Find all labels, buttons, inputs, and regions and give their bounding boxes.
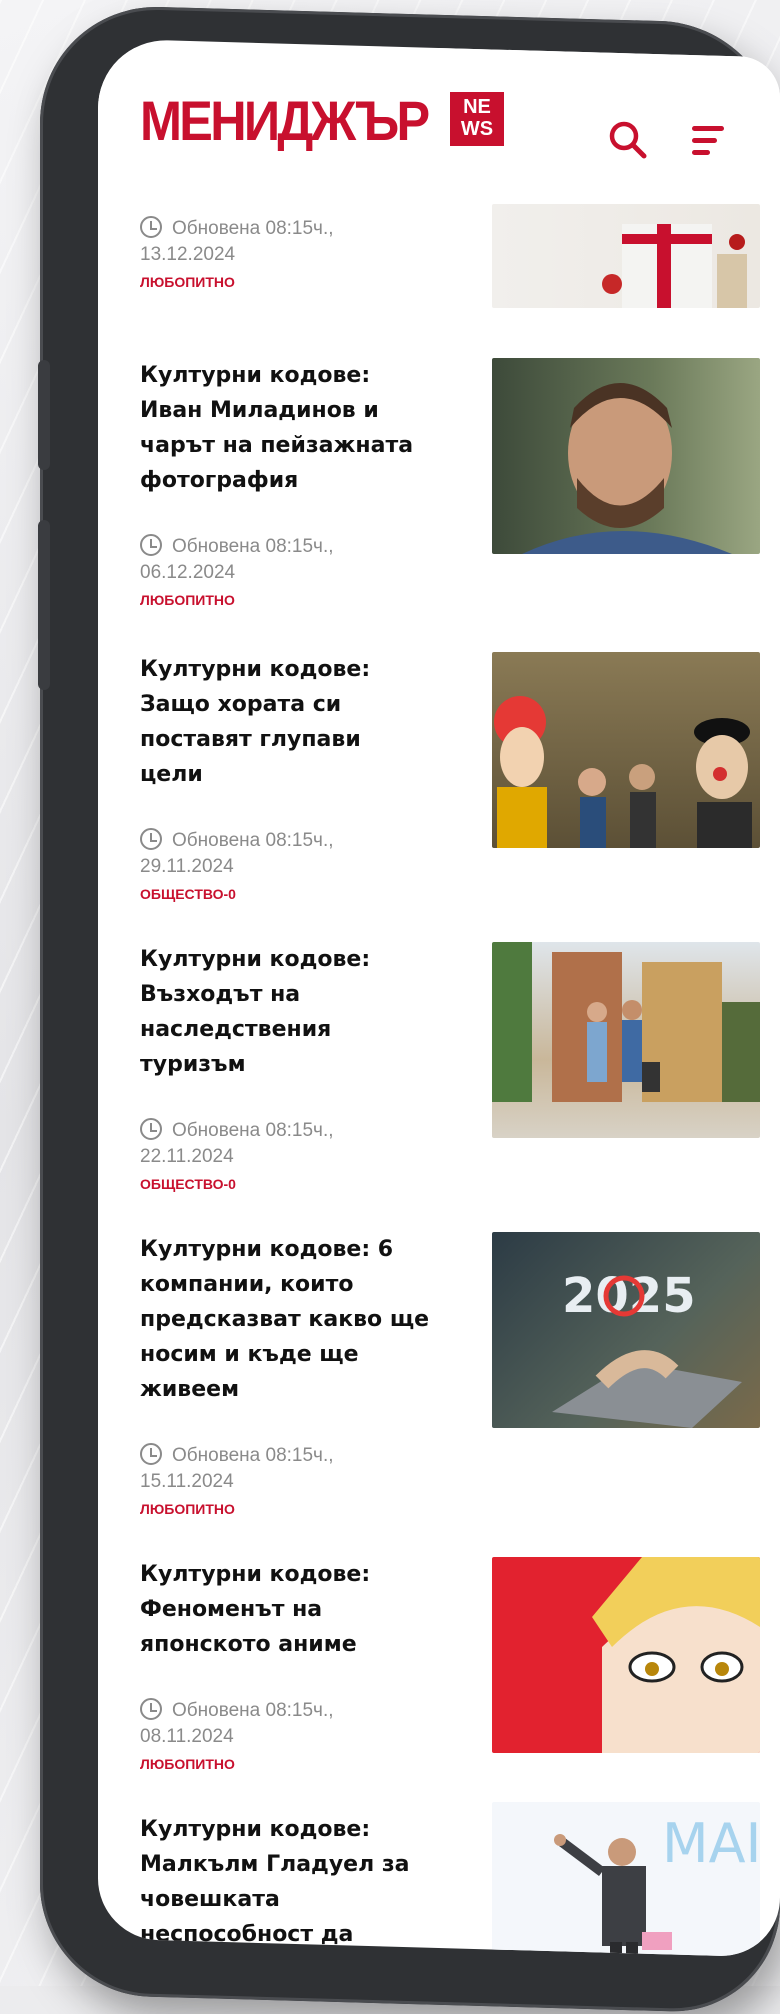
article-category[interactable]: ОБЩЕСТВО-0 [140, 1176, 430, 1192]
clock-icon [140, 216, 162, 238]
article-category[interactable]: ЛЮБОПИТНО [140, 1501, 430, 1517]
site-logo[interactable]: МЕНИДЖЪР [140, 88, 427, 153]
article-thumbnail[interactable] [492, 358, 760, 554]
gift-image [602, 224, 747, 308]
article-card[interactable]: Културни кодове: Защо хората си поставят… [140, 652, 760, 902]
updated-label: Обновена 08:15ч., [172, 830, 334, 851]
menu-bar [692, 138, 717, 143]
site-header: МЕНИДЖЪР NE WS [98, 48, 780, 188]
phone-screen: МЕНИДЖЪР NE WS Обновена 08:15ч., 13.12.2… [98, 38, 780, 1958]
anime-character-image [592, 1557, 760, 1753]
article-thumbnail[interactable] [492, 942, 760, 1138]
article-title[interactable]: Културни кодове: Малкълм Гладуел за чове… [140, 1812, 430, 1958]
article-category[interactable]: ОБЩЕСТВО-0 [140, 886, 430, 902]
search-icon [609, 121, 647, 159]
article-category[interactable]: ЛЮБОПИТНО [140, 592, 430, 608]
article-card[interactable]: Културни кодове: Иван Миладинов и чарът … [140, 358, 760, 608]
article-meta: Обновена 08:15ч., 29.11.2024 [140, 828, 430, 880]
article-thumbnail[interactable] [492, 1557, 760, 1753]
speaker-image: MAI [554, 1812, 760, 1958]
article-thumbnail[interactable] [492, 204, 760, 308]
article-card[interactable]: Културни кодове: 6 компании, които предс… [140, 1232, 760, 1517]
article-date: 13.12.2024 [140, 244, 236, 265]
article-card[interactable]: Културни кодове: Възходът на наследствен… [140, 942, 760, 1192]
article-thumbnail[interactable]: 2025 [492, 1232, 760, 1428]
laptop-2025-image: 2025 [552, 1268, 742, 1428]
article-card[interactable]: Културни кодове: Феноменът на японското … [140, 1557, 760, 1772]
clock-icon [140, 1118, 162, 1140]
article-date: 29.11.2024 [140, 856, 234, 877]
article-meta: Обновена 08:15ч., 22.11.2024 [140, 1118, 430, 1170]
updated-label: Обновена 08:15ч., [172, 536, 334, 557]
logo-news-badge[interactable]: NE WS [450, 92, 504, 146]
clock-icon [140, 1698, 162, 1720]
phone-side-button [38, 520, 50, 690]
portrait-image [522, 383, 732, 554]
updated-label: Обновена 08:15ч., [172, 1120, 334, 1141]
article-thumbnail[interactable]: MAI [492, 1802, 760, 1958]
article-thumbnail[interactable] [492, 652, 760, 848]
clowns-image [494, 696, 752, 848]
article-meta: Обновена 08:15ч., 08.11.2024 [140, 1698, 430, 1750]
article-meta: Обновена 08:15ч., 13.12.2024 [140, 216, 430, 268]
updated-label: Обновена 08:15ч., [172, 1700, 334, 1721]
article-title[interactable]: Културни кодове: Феноменът на японското … [140, 1557, 430, 1662]
hamburger-menu-button[interactable] [692, 126, 724, 156]
clock-icon [140, 828, 162, 850]
updated-label: Обновена 08:15ч., [172, 1445, 334, 1466]
article-feed: Обновена 08:15ч., 13.12.2024 ЛЮБОПИТНО К… [140, 204, 760, 1958]
updated-label: Обновена 08:15ч., [172, 218, 334, 239]
article-date: 22.11.2024 [140, 1146, 234, 1167]
menu-bar [692, 126, 724, 131]
article-date: 08.11.2024 [140, 1726, 234, 1747]
phone-side-button [38, 360, 50, 470]
search-button[interactable] [606, 118, 650, 162]
article-title[interactable]: Културни кодове: Възходът на наследствен… [140, 942, 430, 1082]
street-travelers-image [492, 942, 760, 1102]
thumb-mai-text: MAI [662, 1812, 760, 1875]
article-title[interactable]: Културни кодове: Иван Миладинов и чарът … [140, 358, 430, 498]
article-category[interactable]: ЛЮБОПИТНО [140, 274, 430, 290]
article-meta: Обновена 08:15ч., 06.12.2024 [140, 534, 430, 586]
article-title[interactable]: Културни кодове: 6 компании, които предс… [140, 1232, 430, 1407]
menu-bar [692, 150, 710, 155]
article-card[interactable]: Културни кодове: Малкълм Гладуел за чове… [140, 1802, 760, 1958]
article-date: 06.12.2024 [140, 562, 236, 583]
logo-badge-bottom: WS [460, 118, 494, 140]
article-meta: Обновена 08:15ч., 15.11.2024 [140, 1443, 430, 1495]
clock-icon [140, 534, 162, 556]
article-date: 15.11.2024 [140, 1471, 234, 1492]
article-category[interactable]: ЛЮБОПИТНО [140, 1756, 430, 1772]
clock-icon [140, 1443, 162, 1465]
article-card[interactable]: Обновена 08:15ч., 13.12.2024 ЛЮБОПИТНО [140, 204, 760, 328]
article-title[interactable]: Културни кодове: Защо хората си поставят… [140, 652, 430, 792]
logo-badge-top: NE [463, 96, 491, 118]
